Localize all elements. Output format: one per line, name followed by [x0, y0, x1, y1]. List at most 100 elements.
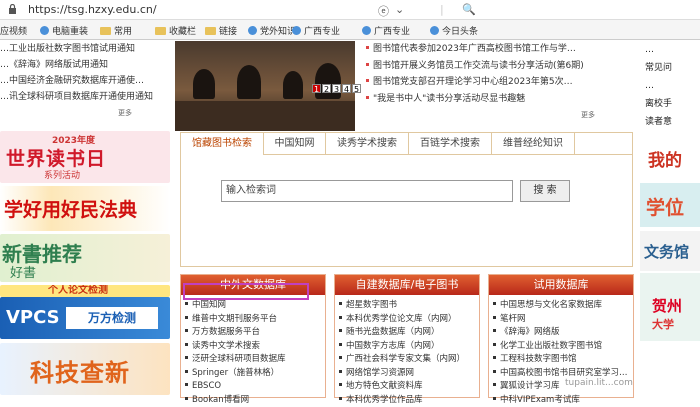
quicklink[interactable]: … [645, 77, 700, 95]
highlight-box [183, 283, 309, 300]
notice-item[interactable]: …中国经济金融研究数据库开通使… [0, 73, 160, 89]
db-item[interactable]: 万方数据服务平台 [181, 326, 325, 340]
slide-number[interactable]: 2 [322, 84, 331, 93]
db-item[interactable]: 随书光盘数据库（内网） [335, 326, 479, 340]
slide-number[interactable]: 3 [332, 84, 341, 93]
db-item[interactable]: 本科优秀学位论文库（内网） [335, 313, 479, 327]
quicklink[interactable]: … [645, 41, 700, 59]
notice-item[interactable]: …工业出版社数字图书馆试用通知 [0, 41, 160, 57]
slide-number[interactable]: 1 [312, 84, 321, 93]
bullet-icon [366, 96, 369, 99]
bookmark-item[interactable]: 常用 [100, 24, 132, 37]
db-panel-self-built: 自建数据库/电子图书 超星数字图书本科优秀学位论文库（内网）随书光盘数据库（内网… [334, 274, 480, 398]
bullet-icon [493, 302, 496, 305]
search-button[interactable]: 搜 索 [520, 180, 570, 202]
tab-bailian[interactable]: 百链学术搜索 [409, 133, 492, 155]
bookmark-item[interactable]: 链接 [205, 24, 237, 37]
db-item[interactable]: 广西社会科学专家文集（内网） [335, 353, 479, 367]
search-icon[interactable]: 🔍 [462, 3, 476, 16]
bookmark-item[interactable]: 应视频 [0, 24, 27, 37]
db-item[interactable]: 中国数字方志库（内网） [335, 340, 479, 354]
bullet-icon [493, 329, 496, 332]
bookmark-item[interactable]: 今日头条 [430, 24, 478, 37]
bullet-icon [493, 356, 496, 359]
banner-paper-check[interactable]: VPCS 万方检测 [0, 297, 170, 339]
banner-sci-novelty[interactable]: 科技查新 [0, 343, 170, 395]
url-text[interactable]: https://tsg.hzxy.edu.cn/ [28, 3, 157, 16]
db-item[interactable]: 超星数字图书 [335, 299, 479, 313]
banner-my-library[interactable]: 我的 [640, 138, 700, 178]
db-item[interactable]: 工程科技数字图书馆 [489, 353, 633, 367]
db-item[interactable]: 化学工业出版社数字图书馆 [489, 340, 633, 354]
search-tabs: 馆藏图书检索 中国知网 读秀学术搜索 百链学术搜索 维普经纶知识 [181, 133, 632, 155]
db-item[interactable]: 《辞海》网络版 [489, 326, 633, 340]
quicklink[interactable]: 读者意 [645, 113, 700, 131]
globe-icon [292, 26, 301, 35]
banner-new-books[interactable]: 新書推荐 好書 [0, 234, 170, 282]
db-item[interactable]: 本科优秀学位作品库 [335, 394, 479, 407]
db-item[interactable]: 维普中文期刊服务平台 [181, 313, 325, 327]
bookmark-item[interactable]: 电脑重装 [40, 24, 88, 37]
db-panel-title: 试用数据库 [489, 275, 633, 295]
bullet-icon [185, 302, 188, 305]
banner-degree[interactable]: 学位 [640, 183, 700, 227]
banner-world-book-day[interactable]: 2023年度 世界读书日 系列活动 [0, 131, 170, 183]
tab-duxiu[interactable]: 读秀学术搜索 [326, 133, 409, 155]
library-page: …工业出版社数字图书馆试用通知 …《辞海》网络版试用通知 …中国经济金融研究数据… [0, 41, 700, 400]
banner-paper-check-title[interactable]: 个人论文检测 [0, 285, 170, 297]
db-panel-title: 自建数据库/电子图书 [335, 275, 479, 295]
banner-doc-service[interactable]: 文务馆 [640, 231, 700, 271]
db-item[interactable]: 中科VIPExam考试库 [489, 394, 633, 407]
banner-hezhou[interactable]: 贺州 大学 [640, 273, 700, 341]
bullet-icon [493, 383, 496, 386]
banner-civil-code[interactable]: 学好用好民法典 [0, 186, 170, 231]
quicklink[interactable]: 离校手 [645, 95, 700, 113]
db-item[interactable]: 笔杆网 [489, 313, 633, 327]
person [237, 65, 261, 99]
db-item[interactable]: Bookan博看网 [181, 394, 325, 407]
news-item[interactable]: 图书馆开展义务馆员工作交流与读书分享活动(第6期) [366, 58, 636, 75]
slide-number[interactable]: 4 [342, 84, 351, 93]
folder-icon [100, 27, 111, 35]
bullet-icon [366, 63, 369, 66]
bullet-icon [185, 316, 188, 319]
bullet-icon [493, 343, 496, 346]
quicklink[interactable]: 常见问 [645, 59, 700, 77]
db-item[interactable]: 中国思想与文化名家数据库 [489, 299, 633, 313]
bookmark-item[interactable]: 收藏栏 [155, 24, 196, 37]
tab-cnki[interactable]: 中国知网 [264, 133, 326, 155]
tab-weipu[interactable]: 维普经纶知识 [492, 133, 575, 155]
more-link[interactable]: 更多 [118, 109, 132, 117]
db-item[interactable]: EBSCO [181, 380, 325, 394]
bookmark-item[interactable]: 广西专业 [292, 24, 340, 37]
bookmark-item[interactable]: 党外知识 [248, 24, 296, 37]
address-bar[interactable]: https://tsg.hzxy.edu.cn/ ⓔ ⌄ | 🔍 [0, 0, 700, 20]
bullet-icon [339, 329, 342, 332]
bookmark-item[interactable]: 广西专业 [362, 24, 410, 37]
edge-icon[interactable]: ⓔ [378, 3, 389, 19]
db-item[interactable]: 读秀中文学术搜索 [181, 340, 325, 354]
db-item[interactable]: Springer（施普林格） [181, 367, 325, 381]
search-input[interactable]: 输入检索词 [221, 180, 513, 202]
search-panel: 馆藏图书检索 中国知网 读秀学术搜索 百链学术搜索 维普经纶知识 输入检索词 搜… [180, 132, 633, 267]
right-quicklinks: … 常见问 … 离校手 读者意 [645, 41, 700, 141]
bullet-icon [366, 46, 369, 49]
db-item[interactable]: 中国知网 [181, 299, 325, 313]
notice-item[interactable]: …讯全球科研项目数据库开通使用通知 [0, 89, 160, 105]
db-item[interactable]: 网络馆学习资源网 [335, 367, 479, 381]
bullet-icon [339, 370, 342, 373]
more-link[interactable]: 更多 [581, 111, 595, 119]
news-item[interactable]: "我是书中人"读书分享活动尽显书趣魅 [366, 91, 636, 108]
desk [175, 101, 355, 131]
notice-item[interactable]: …《辞海》网络版试用通知 [0, 57, 160, 73]
tab-catalog[interactable]: 馆藏图书检索 [181, 133, 264, 155]
bullet-icon [185, 343, 188, 346]
news-item[interactable]: 图书馆党支部召开理论学习中心组2023年第5次… [366, 74, 636, 91]
slide-number[interactable]: 5 [352, 84, 361, 93]
db-item[interactable]: 地方特色文献资料库 [335, 380, 479, 394]
chevron-down-icon[interactable]: ⌄ [395, 3, 404, 16]
divider: | [440, 3, 444, 16]
globe-icon [40, 26, 49, 35]
news-item[interactable]: 图书馆代表参加2023年广西高校图书馆工作与学… [366, 41, 636, 58]
db-item[interactable]: 泛研全球科研项目数据库 [181, 353, 325, 367]
